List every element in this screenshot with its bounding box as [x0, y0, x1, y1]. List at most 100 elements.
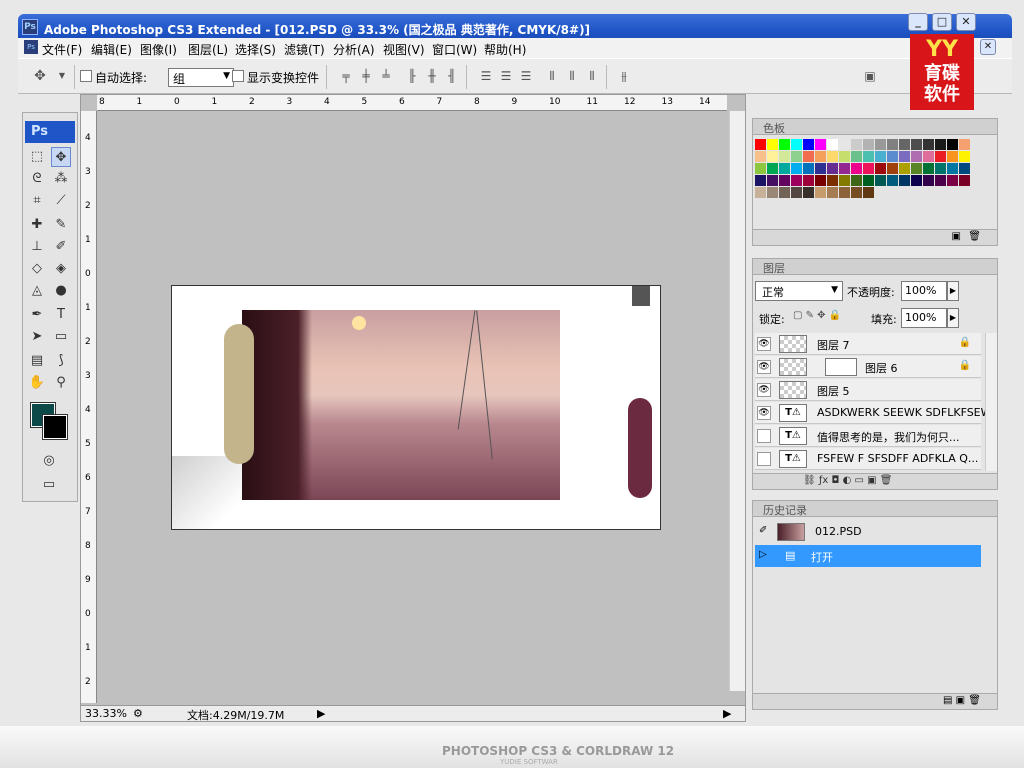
menu-help[interactable]: 帮助(H) — [484, 41, 526, 58]
color-swatch[interactable] — [815, 163, 826, 174]
color-swatch[interactable] — [827, 163, 838, 174]
color-swatch[interactable] — [887, 175, 898, 186]
color-swatch[interactable] — [827, 139, 838, 150]
color-swatch[interactable] — [815, 187, 826, 198]
background-color-swatch[interactable] — [42, 414, 68, 440]
color-swatch[interactable] — [911, 163, 922, 174]
color-swatch[interactable] — [803, 139, 814, 150]
color-swatch[interactable] — [875, 163, 886, 174]
maximize-button[interactable]: □ — [932, 13, 952, 31]
align-top-icon[interactable]: ╤ — [338, 68, 354, 84]
screen-mode-icon[interactable]: ▭ — [39, 475, 59, 495]
color-swatch[interactable] — [827, 175, 838, 186]
color-swatch[interactable] — [851, 139, 862, 150]
color-swatch[interactable] — [851, 187, 862, 198]
color-swatch[interactable] — [935, 175, 946, 186]
auto-align-icon[interactable]: ⫵ — [616, 68, 632, 84]
color-swatch[interactable] — [815, 151, 826, 162]
color-swatch[interactable] — [767, 151, 778, 162]
color-swatch[interactable] — [839, 187, 850, 198]
distribute-bottom-icon[interactable]: ☰ — [518, 68, 534, 84]
brush-tool-icon[interactable]: ✎ — [51, 215, 71, 235]
distribute-hcenter-icon[interactable]: ⫴ — [564, 68, 580, 84]
align-left-icon[interactable]: ╟ — [404, 68, 420, 84]
color-swatch[interactable] — [755, 151, 766, 162]
layers-scrollbar[interactable] — [985, 333, 997, 471]
color-swatch[interactable] — [755, 187, 766, 198]
color-swatch[interactable] — [863, 175, 874, 186]
layer-row[interactable]: 👁 图层 6 🔒 — [755, 356, 981, 378]
distribute-left-icon[interactable]: ⫴ — [544, 68, 560, 84]
color-swatch[interactable] — [767, 163, 778, 174]
layer-row[interactable]: T⚠ 值得思考的是，我们为何只... — [755, 425, 981, 447]
color-swatch[interactable] — [947, 163, 958, 174]
fill-slider-icon[interactable]: ▶ — [947, 308, 959, 328]
color-swatch[interactable] — [779, 139, 790, 150]
blend-mode-dropdown[interactable]: 正常 ▼ — [755, 281, 843, 301]
minimize-button[interactable]: _ — [908, 13, 928, 31]
swatches-panel-title[interactable]: 色板 — [753, 119, 997, 135]
color-swatch[interactable] — [791, 175, 802, 186]
close-button[interactable]: ✕ — [956, 13, 976, 31]
color-swatch[interactable] — [803, 163, 814, 174]
color-swatch[interactable] — [911, 151, 922, 162]
color-swatch[interactable] — [851, 163, 862, 174]
fill-input[interactable]: 100% — [901, 308, 947, 328]
workspace-icon[interactable]: ▣ — [862, 68, 878, 84]
menu-image[interactable]: 图像(I) — [140, 41, 177, 58]
layer-row[interactable]: T⚠ FSFEW F SFSDFF ADFKLA Q... — [755, 448, 981, 470]
slice-tool-icon[interactable]: ⟋ — [51, 191, 71, 211]
photoshop-menu-icon[interactable]: Ps — [24, 40, 38, 54]
color-swatch[interactable] — [791, 163, 802, 174]
layer-row[interactable]: 👁 图层 5 — [755, 379, 981, 401]
color-swatch[interactable] — [947, 139, 958, 150]
color-swatch[interactable] — [803, 187, 814, 198]
color-swatch[interactable] — [875, 139, 886, 150]
visibility-eye-icon[interactable]: 👁 — [757, 337, 771, 351]
doc-close-button[interactable]: ✕ — [980, 39, 996, 55]
color-swatch[interactable] — [755, 175, 766, 186]
color-swatch[interactable] — [779, 175, 790, 186]
color-swatch[interactable] — [791, 151, 802, 162]
menu-layer[interactable]: 图层(L) — [188, 41, 228, 58]
align-right-icon[interactable]: ╢ — [444, 68, 460, 84]
color-swatch[interactable] — [959, 151, 970, 162]
color-swatch[interactable] — [887, 151, 898, 162]
color-swatch[interactable] — [779, 151, 790, 162]
eyedropper-icon[interactable]: ⟆ — [51, 351, 71, 371]
auto-select-dropdown[interactable]: 组 ▼ — [168, 68, 234, 87]
hand-tool-icon[interactable]: ✋ — [27, 373, 47, 393]
color-swatch[interactable] — [791, 139, 802, 150]
color-swatch[interactable] — [779, 187, 790, 198]
chevron-down-icon[interactable]: ▼ — [54, 68, 70, 84]
scroll-right-icon[interactable]: ▶ — [723, 707, 731, 720]
move-tool-preset-icon[interactable]: ✥ — [32, 68, 48, 84]
color-swatch[interactable] — [827, 187, 838, 198]
auto-select-checkbox[interactable] — [80, 70, 92, 82]
notes-tool-icon[interactable]: ▤ — [27, 351, 47, 371]
new-swatch-icon[interactable]: ▣ — [952, 231, 961, 242]
menu-file[interactable]: 文件(F) — [42, 41, 82, 58]
layer-mask-thumbnail[interactable] — [825, 358, 857, 376]
show-transform-checkbox[interactable] — [232, 70, 244, 82]
history-brush-icon[interactable]: ✐ — [51, 237, 71, 257]
status-icon[interactable]: ⚙ — [133, 707, 143, 720]
menu-view[interactable]: 视图(V) — [383, 41, 425, 58]
opacity-slider-icon[interactable]: ▶ — [947, 281, 959, 301]
color-swatch[interactable] — [791, 187, 802, 198]
history-step[interactable]: ▷ ▤ 打开 — [755, 545, 981, 567]
color-swatch[interactable] — [767, 187, 778, 198]
trash-icon[interactable]: 🗑 — [968, 231, 981, 242]
zoom-level[interactable]: 33.33% — [85, 707, 127, 720]
color-swatch[interactable] — [887, 163, 898, 174]
vertical-scrollbar[interactable] — [729, 111, 745, 691]
color-swatch[interactable] — [935, 139, 946, 150]
visibility-eye-icon[interactable] — [757, 452, 771, 466]
color-swatch[interactable] — [863, 163, 874, 174]
magic-wand-icon[interactable]: ⁂ — [51, 169, 71, 189]
zoom-tool-icon[interactable]: ⚲ — [51, 373, 71, 393]
distribute-right-icon[interactable]: ⫴ — [584, 68, 600, 84]
color-swatch[interactable] — [839, 151, 850, 162]
color-swatch[interactable] — [959, 163, 970, 174]
color-swatch[interactable] — [767, 139, 778, 150]
